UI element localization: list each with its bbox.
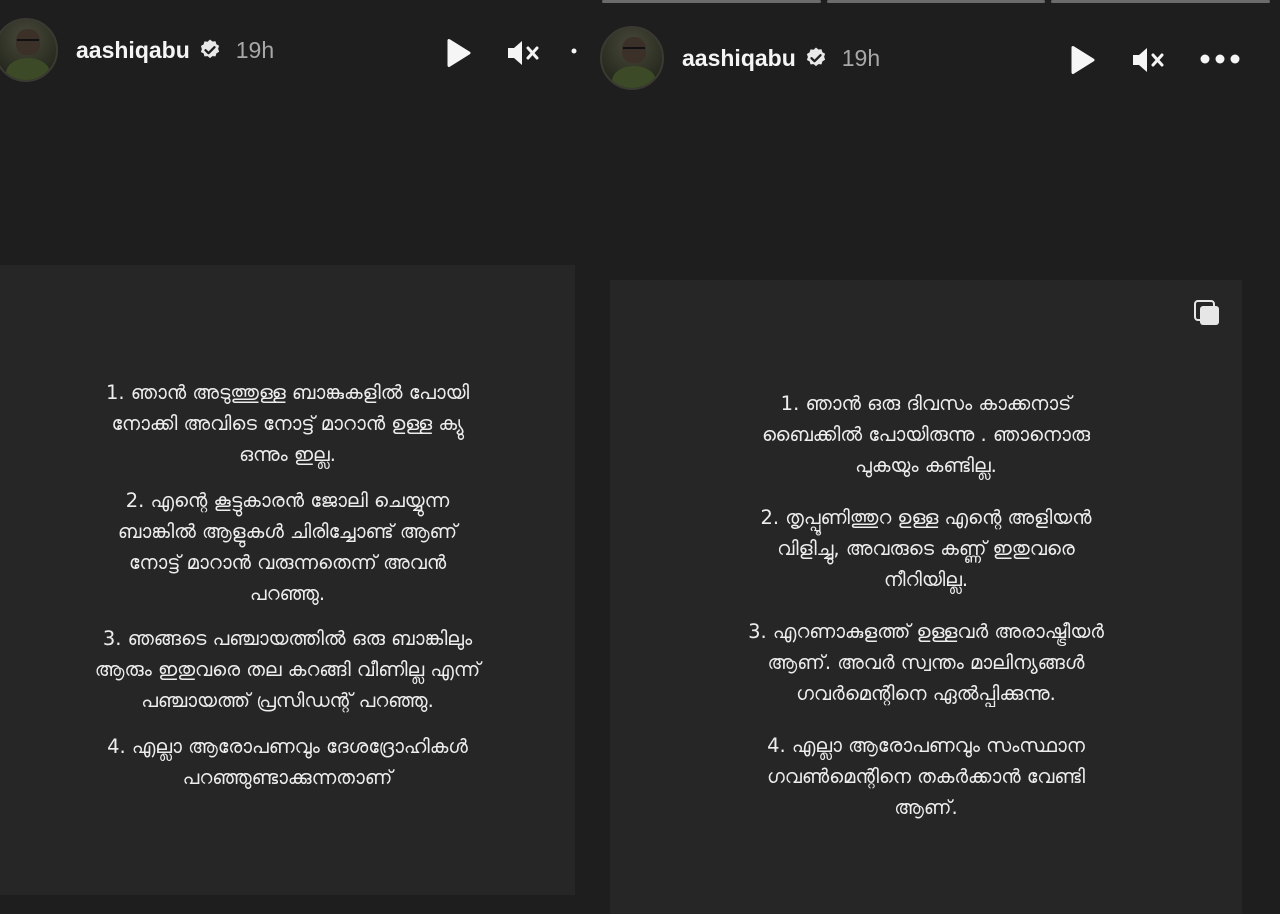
more-options-icon[interactable] bbox=[570, 44, 578, 58]
progress-segment bbox=[1051, 0, 1271, 3]
progress-segment bbox=[826, 0, 1046, 3]
story-item-4: 4. എല്ലാ ആരോപണവും ദേശദ്രോഹികൾ പറഞ്ഞുണ്ടാ… bbox=[107, 735, 468, 789]
story-item-1: 1. ഞാൻ അടുത്തുള്ള ബാങ്കുകളിൽ പോയി നോക്കി… bbox=[105, 381, 470, 466]
story-text-card-left: 1. ഞാൻ അടുത്തുള്ള ബാങ്കുകളിൽ പോയി നോക്കി… bbox=[0, 265, 575, 895]
story-item-3: 3. ഞങ്ങടെ പഞ്ചായത്തിൽ ഒരു ബാങ്കിലും ആരും… bbox=[94, 627, 481, 712]
verified-badge-icon bbox=[804, 46, 828, 70]
post-time: 19h bbox=[841, 44, 881, 71]
story-item-1: 1. ഞാൻ ഒരു ദിവസം കാക്കനാട് ബൈക്കിൽ പോയിര… bbox=[761, 392, 1091, 477]
story-item-2: 2. എന്റെ കൂട്ടുകാരൻ ജോലി ചെയ്യുന്ന ബാങ്ക… bbox=[117, 489, 458, 605]
profile-avatar[interactable] bbox=[0, 18, 58, 82]
progress-segment bbox=[602, 0, 821, 3]
story-text-card-right: 1. ഞാൻ ഒരു ദിവസം കാക്കനാട് ബൈക്കിൽ പോയിര… bbox=[610, 280, 1242, 914]
profile-avatar[interactable] bbox=[600, 26, 664, 90]
story-item-4: 4. എല്ലാ ആരോപണവും സംസ്ഥാന ഗവൺമെന്റിനെ തക… bbox=[767, 734, 1085, 819]
more-options-icon[interactable] bbox=[1196, 45, 1244, 73]
play-icon[interactable] bbox=[1066, 43, 1100, 77]
story-progress-bar bbox=[602, 0, 1271, 3]
username-label[interactable]: aashiqabu bbox=[682, 45, 796, 72]
username-label[interactable]: aashiqabu bbox=[76, 37, 190, 64]
story-item-2: 2. തൃപ്പൂണിത്തുറ ഉള്ള എന്റെ അളിയൻ വിളിച്… bbox=[760, 506, 1092, 591]
story-header-right: aashiqabu 19h bbox=[600, 26, 880, 90]
multiple-posts-icon bbox=[1192, 298, 1222, 328]
story-left: aashiqabu 19h 1. ഞാൻ അടുത്തുള്ള ബാങ്കുകള… bbox=[0, 0, 590, 914]
story-header-left: aashiqabu 19h bbox=[0, 18, 274, 82]
play-icon[interactable] bbox=[442, 36, 476, 70]
mute-icon[interactable] bbox=[1128, 43, 1168, 77]
story-right: aashiqabu 19h 1. ഞാൻ ഒരു ദിവസം കാക്കനാട്… bbox=[590, 0, 1280, 914]
story-item-3: 3. എറണാകുളത്ത് ഉള്ളവർ അരാഷ്ട്രീയർ ആണ്. അ… bbox=[748, 620, 1104, 705]
verified-badge-icon bbox=[198, 38, 222, 62]
post-time: 19h bbox=[235, 36, 275, 63]
mute-icon[interactable] bbox=[503, 36, 543, 70]
